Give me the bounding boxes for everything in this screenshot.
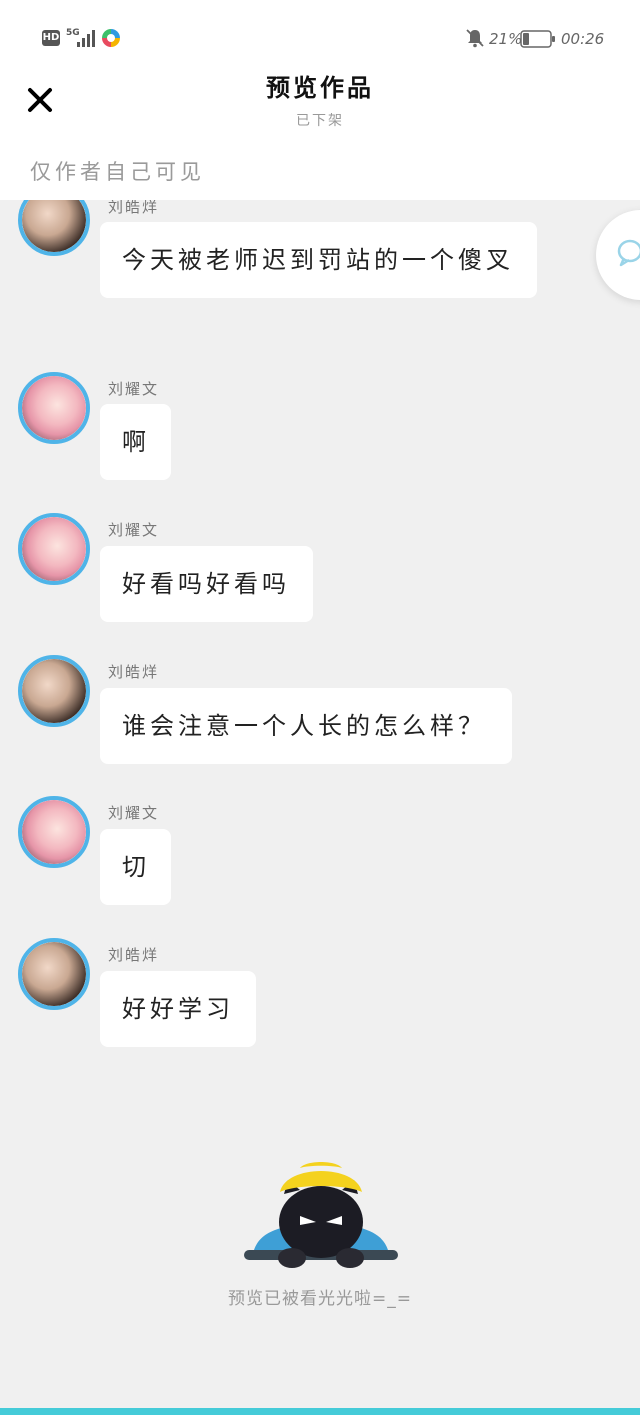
sender-name: 刘皓烊 bbox=[108, 663, 160, 681]
sender-name: 刘耀文 bbox=[108, 380, 160, 398]
sender-name: 刘耀文 bbox=[108, 804, 160, 822]
status-bar: HD 5G 21% 00:26 bbox=[0, 0, 640, 60]
app-badge-icon bbox=[102, 29, 120, 47]
end-of-preview-text: 预览已被看光光啦=_= bbox=[228, 1289, 412, 1309]
sender-name: 刘皓烊 bbox=[108, 946, 160, 964]
battery-icon bbox=[520, 30, 555, 48]
chat-bubble-icon bbox=[617, 239, 640, 267]
message-bubble: 切 bbox=[100, 829, 171, 905]
message-bubble: 好好学习 bbox=[100, 971, 256, 1047]
bottom-accent-bar bbox=[0, 1408, 640, 1415]
avatar[interactable] bbox=[18, 372, 90, 444]
avatar[interactable] bbox=[18, 513, 90, 585]
message-bubble: 今天被老师迟到罚站的一个傻叉 bbox=[100, 222, 537, 298]
visibility-note: 仅作者自己可见 bbox=[30, 160, 205, 184]
header: 预览作品 已下架 仅作者自己可见 bbox=[0, 60, 640, 200]
mascot-icon bbox=[244, 1162, 398, 1268]
battery-percent: 21% bbox=[489, 30, 523, 48]
page-title: 预览作品 bbox=[266, 74, 374, 102]
comment-float-button[interactable] bbox=[596, 210, 640, 300]
clock: 00:26 bbox=[561, 30, 605, 48]
message-bubble: 啊 bbox=[100, 404, 171, 480]
message-bubble: 谁会注意一个人长的怎么样？ bbox=[100, 688, 512, 764]
message-bubble: 好看吗好看吗 bbox=[100, 546, 313, 622]
avatar[interactable] bbox=[18, 938, 90, 1010]
bell-off-icon bbox=[466, 29, 484, 48]
chat-area[interactable]: 刘皓烊 今天被老师迟到罚站的一个傻叉 刘耀文 啊 刘耀文 好看吗好看吗 刘皓烊 … bbox=[0, 200, 640, 1408]
avatar[interactable] bbox=[18, 200, 90, 256]
signal-icon bbox=[77, 30, 95, 47]
avatar[interactable] bbox=[18, 655, 90, 727]
page-subtitle: 已下架 bbox=[296, 113, 344, 129]
avatar[interactable] bbox=[18, 796, 90, 868]
hd-badge: HD bbox=[42, 30, 60, 46]
sender-name: 刘耀文 bbox=[108, 521, 160, 539]
sender-name: 刘皓烊 bbox=[108, 200, 160, 216]
